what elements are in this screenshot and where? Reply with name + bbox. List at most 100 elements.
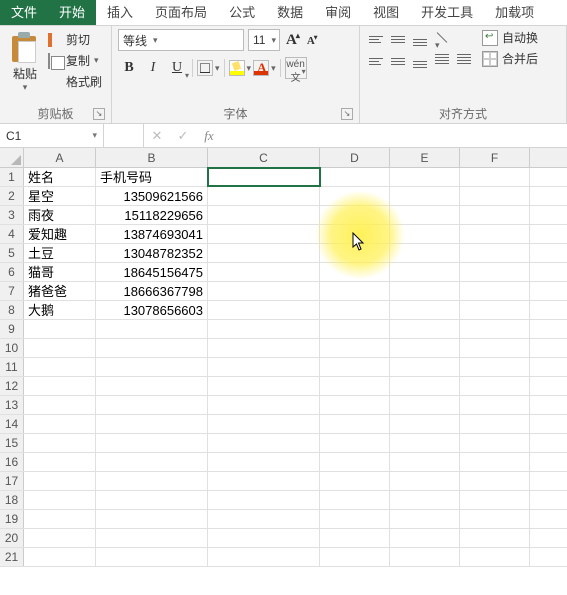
format-painter-button[interactable]: 格式刷	[48, 73, 102, 90]
increase-indent-button[interactable]	[454, 51, 474, 71]
font-dialog-launcher[interactable]: ↘	[341, 108, 353, 120]
align-center-button[interactable]	[388, 51, 408, 71]
font-color-button[interactable]: ▾	[253, 60, 276, 76]
merge-center-button[interactable]: 合并后	[482, 50, 538, 67]
row-header-13[interactable]: 13	[0, 396, 24, 414]
tab-view[interactable]: 视图	[362, 0, 410, 25]
cell-E4[interactable]	[390, 225, 460, 243]
cell-A15[interactable]	[24, 434, 96, 452]
cell-E15[interactable]	[390, 434, 460, 452]
row-header-11[interactable]: 11	[0, 358, 24, 376]
cell-B4[interactable]: 13874693041	[96, 225, 208, 243]
cell-A9[interactable]	[24, 320, 96, 338]
cell-F15[interactable]	[460, 434, 530, 452]
cell-A8[interactable]: 大鹅	[24, 301, 96, 319]
cell-D17[interactable]	[320, 472, 390, 490]
name-box-dropdown[interactable]: ▾	[92, 130, 97, 141]
cell-E14[interactable]	[390, 415, 460, 433]
increase-font-button[interactable]: A▴	[284, 31, 301, 49]
cell-F9[interactable]	[460, 320, 530, 338]
cell-B21[interactable]	[96, 548, 208, 566]
cell-B13[interactable]	[96, 396, 208, 414]
cell-C2[interactable]	[208, 187, 320, 205]
cell-D1[interactable]	[320, 168, 390, 186]
cell-F2[interactable]	[460, 187, 530, 205]
cell-B17[interactable]	[96, 472, 208, 490]
cell-A5[interactable]: 土豆	[24, 244, 96, 262]
cell-A4[interactable]: 爱知趣	[24, 225, 96, 243]
cell-B2[interactable]: 13509621566	[96, 187, 208, 205]
align-right-button[interactable]	[410, 51, 430, 71]
row-header-12[interactable]: 12	[0, 377, 24, 395]
row-header-1[interactable]: 1	[0, 168, 24, 186]
cell-A10[interactable]	[24, 339, 96, 357]
column-header-F[interactable]: F	[460, 148, 530, 167]
cell-C12[interactable]	[208, 377, 320, 395]
cell-E13[interactable]	[390, 396, 460, 414]
cell-C9[interactable]	[208, 320, 320, 338]
cell-C6[interactable]	[208, 263, 320, 281]
tab-file[interactable]: 文件	[0, 0, 48, 25]
cell-E11[interactable]	[390, 358, 460, 376]
row-header-17[interactable]: 17	[0, 472, 24, 490]
cell-F17[interactable]	[460, 472, 530, 490]
cell-A19[interactable]	[24, 510, 96, 528]
tab-data[interactable]: 数据	[266, 0, 314, 25]
paste-dropdown[interactable]: ▾	[6, 82, 44, 93]
cell-F7[interactable]	[460, 282, 530, 300]
cell-E16[interactable]	[390, 453, 460, 471]
cell-C18[interactable]	[208, 491, 320, 509]
cell-A11[interactable]	[24, 358, 96, 376]
cell-D9[interactable]	[320, 320, 390, 338]
align-left-button[interactable]	[366, 51, 386, 71]
cell-F18[interactable]	[460, 491, 530, 509]
cell-B9[interactable]	[96, 320, 208, 338]
orientation-button[interactable]: ▾	[432, 29, 452, 49]
cell-D20[interactable]	[320, 529, 390, 547]
cell-E12[interactable]	[390, 377, 460, 395]
cell-A7[interactable]: 猪爸爸	[24, 282, 96, 300]
row-header-8[interactable]: 8	[0, 301, 24, 319]
cell-E5[interactable]	[390, 244, 460, 262]
cell-D15[interactable]	[320, 434, 390, 452]
cell-A21[interactable]	[24, 548, 96, 566]
row-header-19[interactable]: 19	[0, 510, 24, 528]
row-header-15[interactable]: 15	[0, 434, 24, 452]
cell-A14[interactable]	[24, 415, 96, 433]
cell-F20[interactable]	[460, 529, 530, 547]
wrap-text-button[interactable]: 自动换	[482, 29, 538, 46]
cell-C14[interactable]	[208, 415, 320, 433]
cell-D8[interactable]	[320, 301, 390, 319]
cell-F13[interactable]	[460, 396, 530, 414]
cell-A16[interactable]	[24, 453, 96, 471]
tab-insert[interactable]: 插入	[96, 0, 144, 25]
cell-C16[interactable]	[208, 453, 320, 471]
tab-review[interactable]: 审阅	[314, 0, 362, 25]
cell-E3[interactable]	[390, 206, 460, 224]
cell-A20[interactable]	[24, 529, 96, 547]
cell-D6[interactable]	[320, 263, 390, 281]
cell-D14[interactable]	[320, 415, 390, 433]
cell-B16[interactable]	[96, 453, 208, 471]
insert-function-button[interactable]: fx	[196, 128, 222, 144]
row-header-21[interactable]: 21	[0, 548, 24, 566]
tab-home[interactable]: 开始	[48, 0, 96, 25]
underline-button[interactable]: U▾	[166, 57, 188, 79]
cell-C1[interactable]	[208, 168, 320, 186]
cell-C13[interactable]	[208, 396, 320, 414]
select-all-button[interactable]	[0, 148, 24, 167]
cell-C4[interactable]	[208, 225, 320, 243]
cell-E7[interactable]	[390, 282, 460, 300]
cell-C7[interactable]	[208, 282, 320, 300]
align-top-button[interactable]	[366, 29, 386, 49]
cell-C17[interactable]	[208, 472, 320, 490]
paste-button[interactable]: 粘贴 ▾	[6, 29, 44, 93]
cell-D16[interactable]	[320, 453, 390, 471]
cell-F1[interactable]	[460, 168, 530, 186]
cell-A2[interactable]: 星空	[24, 187, 96, 205]
cell-C8[interactable]	[208, 301, 320, 319]
copy-dropdown[interactable]: ▾	[94, 55, 99, 66]
cell-A3[interactable]: 雨夜	[24, 206, 96, 224]
cell-B12[interactable]	[96, 377, 208, 395]
row-header-6[interactable]: 6	[0, 263, 24, 281]
